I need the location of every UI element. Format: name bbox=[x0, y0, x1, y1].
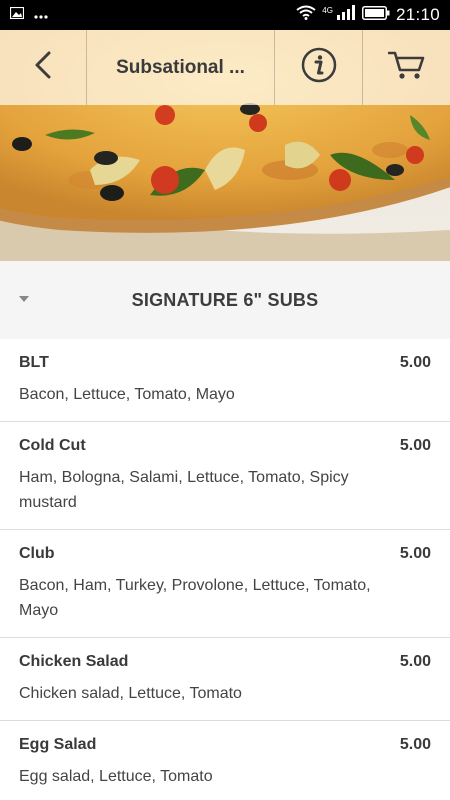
item-name: Cold Cut bbox=[19, 437, 86, 454]
list-item[interactable]: Club 5.00 Bacon, Ham, Turkey, Provolone,… bbox=[0, 530, 450, 638]
item-price: 5.00 bbox=[399, 736, 431, 753]
item-name: Egg Salad bbox=[19, 736, 97, 753]
item-name: Chicken Salad bbox=[19, 653, 129, 670]
image-icon bbox=[9, 6, 25, 24]
item-description: Chicken salad, Lettuce, Tomato bbox=[19, 685, 242, 702]
item-price: 5.00 bbox=[399, 545, 431, 562]
clock: 21:10 bbox=[395, 5, 440, 24]
item-name: Club bbox=[19, 545, 55, 562]
menu-list: BLT 5.00 Bacon, Lettuce, Tomato, Mayo Co… bbox=[0, 339, 450, 800]
app-header: Subsational ... bbox=[0, 30, 450, 105]
item-price: 5.00 bbox=[399, 437, 431, 454]
info-button[interactable] bbox=[275, 30, 363, 105]
wifi-icon bbox=[296, 5, 316, 25]
item-description: Bacon, Lettuce, Tomato, Mayo bbox=[19, 386, 235, 403]
list-item[interactable]: Cold Cut 5.00 Ham, Bologna, Salami, Lett… bbox=[0, 422, 450, 530]
category-header[interactable]: SIGNATURE 6" SUBS bbox=[0, 261, 450, 339]
back-button[interactable] bbox=[0, 30, 87, 105]
status-bar: 4G 21:10 bbox=[0, 0, 450, 30]
cart-icon bbox=[387, 49, 426, 86]
item-price: 5.00 bbox=[399, 354, 431, 371]
network-type: 4G bbox=[322, 5, 333, 15]
list-item[interactable]: Egg Salad 5.00 Egg salad, Lettuce, Tomat… bbox=[0, 721, 450, 800]
battery-icon bbox=[361, 5, 390, 25]
item-description: Egg salad, Lettuce, Tomato bbox=[19, 768, 213, 785]
list-item[interactable]: BLT 5.00 Bacon, Lettuce, Tomato, Mayo bbox=[0, 339, 450, 422]
item-description: Ham, Bologna, Salami, Lettuce, Tomato, S… bbox=[19, 469, 349, 511]
item-name: BLT bbox=[19, 354, 49, 371]
cart-button[interactable] bbox=[363, 30, 450, 105]
item-price: 5.00 bbox=[399, 653, 431, 670]
caret-down-icon bbox=[19, 296, 29, 302]
item-description: Bacon, Ham, Turkey, Provolone, Lettuce, … bbox=[19, 577, 371, 619]
back-arrow-icon bbox=[34, 51, 52, 84]
signal-icon bbox=[336, 5, 356, 25]
info-icon bbox=[301, 47, 337, 88]
page-title: Subsational ... bbox=[87, 30, 275, 105]
category-title: SIGNATURE 6" SUBS bbox=[131, 289, 319, 310]
list-item[interactable]: Chicken Salad 5.00 Chicken salad, Lettuc… bbox=[0, 638, 450, 721]
more-icon bbox=[34, 6, 48, 24]
